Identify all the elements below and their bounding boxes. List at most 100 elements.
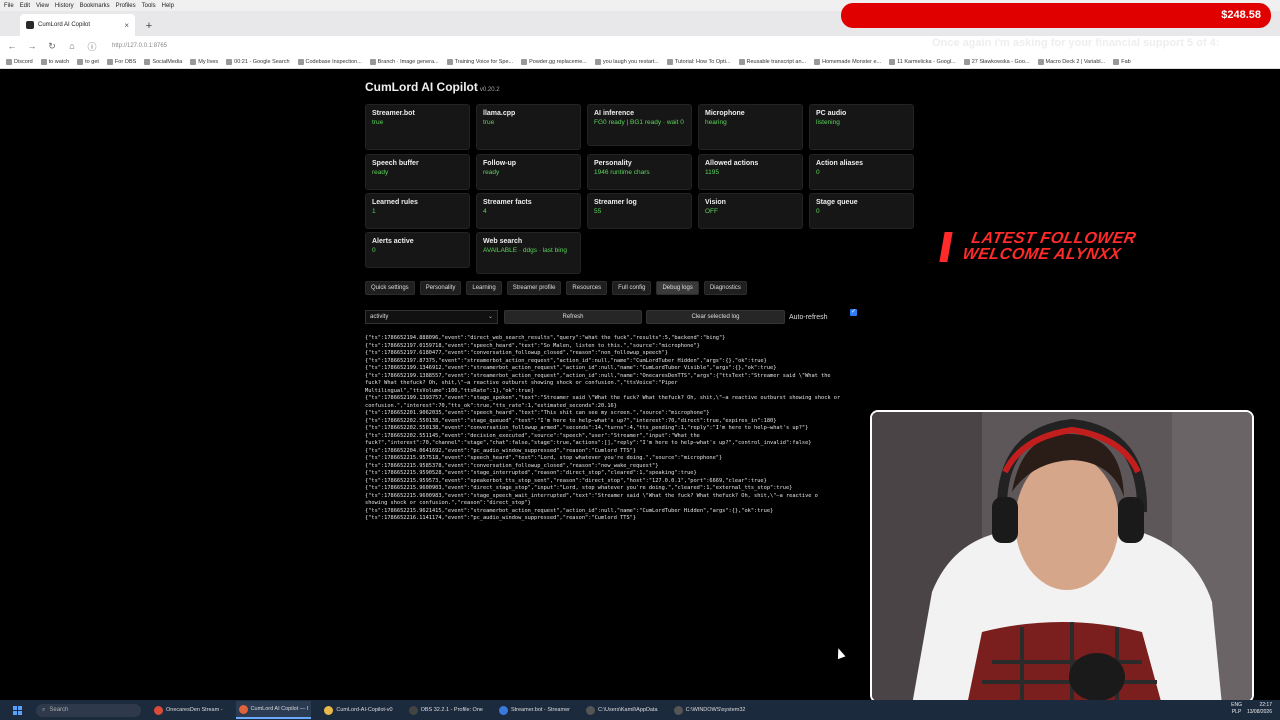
taskbar-app-icon <box>408 705 418 715</box>
forward-icon[interactable]: → <box>26 40 38 52</box>
log-line: Multilingual","ttsVolume":100,"ttsRate":… <box>365 387 535 394</box>
reload-icon[interactable]: ↻ <box>46 40 58 52</box>
menu-tools[interactable]: Tools <box>142 3 156 9</box>
bookmark-label: Homemade Monster e... <box>822 59 882 65</box>
tab-diagnostics[interactable]: Diagnostics <box>703 281 747 295</box>
taskbar-app[interactable]: Streamer.bot - Streamer <box>496 701 573 719</box>
refresh-button[interactable]: Refresh <box>504 310 642 324</box>
bookmark-label: For OBS <box>114 59 137 65</box>
donation-ticker: Once again i'm asking for your financial… <box>932 37 1220 49</box>
taskbar-app[interactable]: CumLord-AI-Copilot-v0 <box>321 701 395 719</box>
bookmark-label: 27 Sławkowska - Goo... <box>971 59 1030 65</box>
taskbar-app[interactable]: C:\Users\Kamil\AppData <box>583 701 661 719</box>
status-card: Streamer facts 4 <box>476 193 581 229</box>
follower-accent <box>939 232 953 262</box>
taskbar-app-icon <box>498 705 508 715</box>
status-card-name: Stage queue <box>816 199 858 206</box>
clear-log-button[interactable]: Clear selected log <box>646 310 785 324</box>
bookmark-item[interactable]: Tutorial: How To Opti... <box>666 59 731 65</box>
bookmark-icon <box>814 59 821 65</box>
bookmark-item[interactable]: you laugh you restart... <box>594 59 659 65</box>
status-card-name: Web search <box>483 238 523 245</box>
status-card-value: 0 <box>372 247 376 254</box>
taskbar-app[interactable]: CumLord AI Copilot — I <box>235 701 312 719</box>
status-card-name: Follow-up <box>483 160 517 167</box>
status-card: Streamer.bot true <box>365 104 470 150</box>
bookmark-item[interactable]: Powder.gg replaceme... <box>521 59 587 65</box>
bookmark-item[interactable]: For OBS <box>106 59 137 65</box>
bookmark-item[interactable]: Fab <box>1113 59 1131 65</box>
url-field[interactable]: http://127.0.0.1:8765 <box>112 43 167 49</box>
log-line: {"ts":1786652215.9600983,"event":"stage_… <box>365 492 818 499</box>
tab-learning[interactable]: Learning <box>466 281 502 295</box>
status-card: Learned rules 1 <box>365 193 470 229</box>
bookmark-icon <box>297 59 304 65</box>
status-card-name: Alerts active <box>372 238 414 245</box>
status-card-name: Learned rules <box>372 199 418 206</box>
clock[interactable]: 22:17 13/08/2026 <box>1247 702 1272 716</box>
bookmark-icon <box>446 59 453 65</box>
back-icon[interactable]: ← <box>6 40 18 52</box>
tab-resources[interactable]: Resources <box>566 281 608 295</box>
status-card-value: FG0 ready | BG1 ready · wait 0 <box>594 119 684 126</box>
taskbar-app[interactable]: C:\WINDOWS\system32 <box>671 701 749 719</box>
log-line: {"ts":1786652202.550138,"event":"convers… <box>365 425 809 431</box>
taskbar-app-label: C:\WINDOWS\system32 <box>685 707 746 713</box>
bookmark-item[interactable]: 27 Sławkowska - Goo... <box>963 59 1030 65</box>
tab-full-config[interactable]: Full config <box>612 281 652 295</box>
bookmark-item[interactable]: 00:21 - Google Search <box>226 59 290 65</box>
taskbar-app-label: Streamer.bot - Streamer <box>510 707 570 713</box>
menu-help[interactable]: Help <box>162 3 174 9</box>
bookmark-item[interactable]: 11 Karmelicka - Googl... <box>889 59 956 65</box>
windows-start-icon[interactable] <box>10 703 24 717</box>
menu-edit[interactable]: Edit <box>20 3 30 9</box>
taskbar-search[interactable]: ⌕ Search <box>36 703 141 717</box>
menu-profiles[interactable]: Profiles <box>116 3 136 9</box>
app-title-text: CumLord AI Copilot <box>365 80 478 94</box>
bookmark-item[interactable]: My lives <box>190 59 218 65</box>
tab-quick-settings[interactable]: Quick settings <box>365 281 415 295</box>
bookmark-item[interactable]: Homemade Monster e... <box>814 59 881 65</box>
app-version: v0.20.2 <box>479 87 500 93</box>
log-select[interactable]: activity ⌄ <box>365 310 498 324</box>
taskbar-app[interactable]: OnecaresDen Stream - <box>151 701 226 719</box>
status-card-value: OFF <box>705 208 718 215</box>
tab-streamer-profile[interactable]: Streamer profile <box>506 281 562 295</box>
tab-debug-logs[interactable]: Debug logs <box>656 281 699 295</box>
bookmark-item[interactable]: Codebase Inspection... <box>297 59 362 65</box>
log-line: {"ts":1786652204.0641692,"event":"pc_aud… <box>365 447 637 454</box>
bookmark-item[interactable]: to get <box>77 59 99 65</box>
tab-close-icon[interactable]: × <box>124 21 129 30</box>
bookmark-item[interactable]: Reusable transcript an... <box>738 59 807 65</box>
taskbar-app[interactable]: OBS 32.2.1 - Profile: One <box>406 701 486 719</box>
menu-file[interactable]: File <box>4 3 14 9</box>
webcam-feed-image <box>872 412 1252 701</box>
bookmark-item[interactable]: Training Voice for Spe... <box>446 59 513 65</box>
bookmark-item[interactable]: Branch · Image genera... <box>369 59 439 65</box>
taskbar-apps: OnecaresDen Stream - CumLord AI Copilot —… <box>141 701 748 719</box>
taskbar-app-label: CumLord-AI-Copilot-v0 <box>336 707 393 713</box>
bookmark-item[interactable]: SocialMedia <box>144 59 182 65</box>
bookmark-item[interactable]: to watch <box>40 59 69 65</box>
language-indicator[interactable]: ENG PLP <box>1231 702 1242 716</box>
home-icon[interactable]: ⌂ <box>66 40 78 52</box>
browser-tab[interactable]: CumLord AI Copilot × <box>20 14 135 36</box>
log-line: {"ts":1786652199.1393757,"event":"stage_… <box>365 395 841 401</box>
log-line: {"ts":1786652215.9585378,"event":"conver… <box>365 462 659 469</box>
status-card-value: true <box>483 119 495 126</box>
webcam-overlay <box>870 410 1254 703</box>
bookmark-label: 11 Karmelicka - Googl... <box>897 59 956 65</box>
menu-history[interactable]: History <box>55 3 74 9</box>
bookmark-label: Reusable transcript an... <box>746 59 807 65</box>
tab-personality[interactable]: Personality <box>419 281 462 295</box>
auto-refresh-checkbox[interactable]: ✓ <box>850 309 857 316</box>
menu-bookmarks[interactable]: Bookmarks <box>80 3 110 9</box>
status-card: Streamer log 55 <box>587 193 692 229</box>
bookmark-item[interactable]: Discord <box>6 59 33 65</box>
menu-view[interactable]: View <box>36 3 49 9</box>
status-card: Allowed actions 1195 <box>698 154 803 190</box>
site-info-icon[interactable]: ⓘ <box>86 40 98 52</box>
new-tab-icon[interactable]: + <box>141 16 157 36</box>
bookmark-label: you laugh you restart... <box>602 59 659 65</box>
bookmark-item[interactable]: Macro Deck 2 | Variabl... <box>1037 59 1105 65</box>
